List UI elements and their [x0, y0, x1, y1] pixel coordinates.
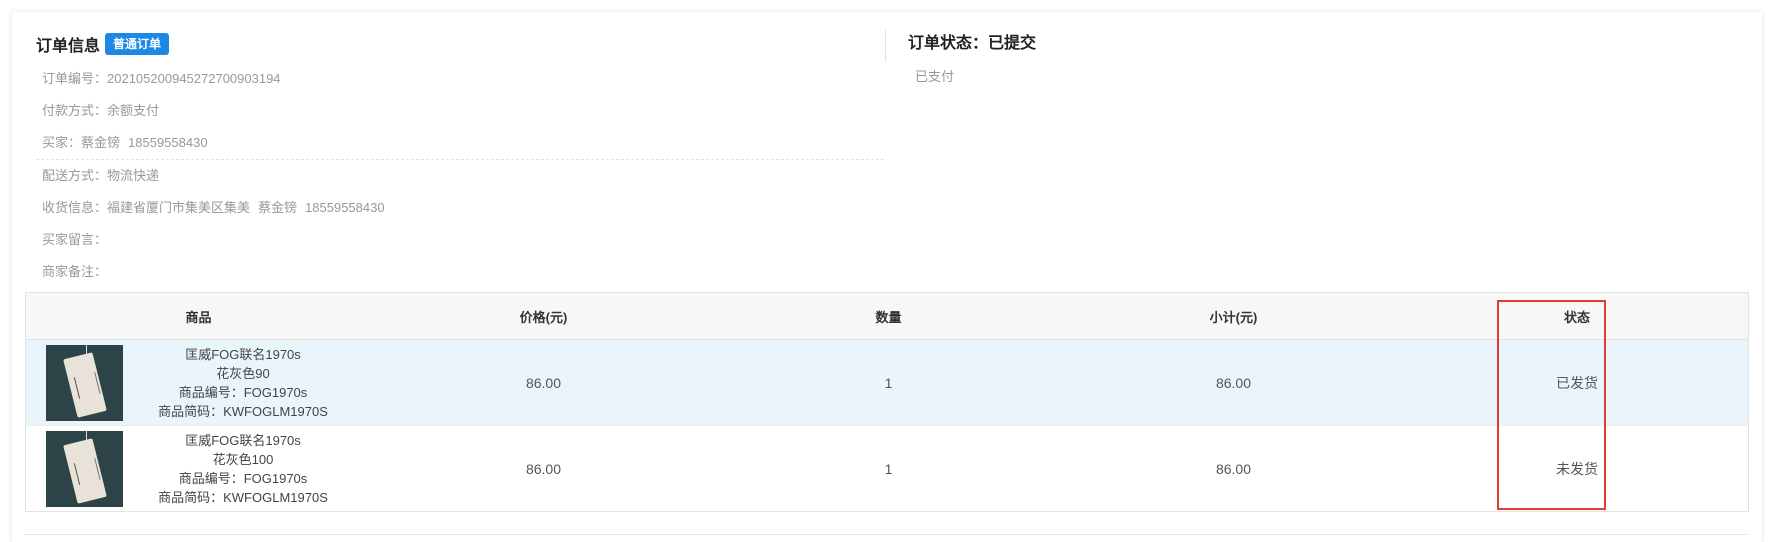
subtotal-cell: 86.00 — [1215, 374, 1252, 391]
order-items-table: 商品 价格(元) 数量 小计(元) 状态 匡威FOG联名1970s 花灰色90 … — [25, 292, 1749, 512]
goods-barcode: 商品简码：KWFOGLM1970S — [158, 403, 328, 419]
goods-info: 匡威FOG联名1970s 花灰色100 商品编号：FOG1970s 商品简码：K… — [123, 431, 371, 507]
order-number-label: 订单编号： — [42, 71, 108, 86]
payment-status: 已支付 — [915, 69, 955, 84]
order-status-title: 订单状态：已提交 — [908, 35, 1037, 52]
price-cell: 86.00 — [525, 460, 562, 477]
buyer-message-label: 买家留言： — [42, 232, 108, 247]
buyer-label: 买家： — [42, 135, 82, 150]
goods-code: 商品编号：FOG1970s — [178, 470, 308, 486]
header-price: 价格(元) — [519, 309, 568, 325]
delivery-method-label: 配送方式： — [42, 168, 108, 183]
payment-method-value: 余额支付 — [107, 103, 160, 118]
goods-barcode: 商品简码：KWFOGLM1970S — [158, 489, 328, 505]
shipping-address: 福建省厦门市集美区集美 — [107, 200, 251, 215]
table-row: 匡威FOG联名1970s 花灰色90 商品编号：FOG1970s 商品简码：KW… — [26, 340, 1748, 426]
order-detail-card: 订单信息 普通订单 订单编号：20210520094527270090319​4… — [12, 12, 1762, 542]
order-info-section: 订单信息 普通订单 订单编号：20210520094527270090319​4… — [36, 30, 896, 288]
bottom-divider — [25, 534, 1747, 535]
qty-cell: 1 — [884, 460, 893, 477]
buyer-line: 买家：蔡金镑 18559558430 — [36, 127, 884, 160]
goods-spec: 花灰色90 — [216, 365, 270, 381]
goods-spec: 花灰色100 — [212, 451, 274, 467]
shipping-info-line: 收货信息：福建省厦门市集美区集美 蔡金镑 18559558430 — [36, 192, 896, 224]
delivery-method-line: 配送方式：物流快递 — [36, 160, 896, 192]
goods-name[interactable]: 匡威FOG联名1970s — [123, 431, 363, 450]
payment-method-line: 付款方式：余额支付 — [36, 95, 896, 127]
header-qty: 数量 — [875, 309, 902, 325]
product-image[interactable] — [46, 344, 123, 421]
order-number-line: 订单编号：20210520094527270090319​4 — [36, 63, 896, 95]
buyer-phone: 18559558430 — [128, 135, 208, 150]
order-type-badge: 普通订单 — [105, 33, 170, 55]
qty-cell: 1 — [884, 374, 893, 391]
subtotal-cell: 86.00 — [1215, 460, 1252, 477]
price-cell: 86.00 — [525, 374, 562, 391]
shipping-name: 蔡金镑 — [258, 200, 298, 215]
header-goods: 商品 — [185, 309, 212, 325]
goods-cell: 匡威FOG联名1970s 花灰色90 商品编号：FOG1970s 商品简码：KW… — [26, 340, 371, 425]
order-info-title: 订单信息 — [36, 38, 101, 55]
buyer-name: 蔡金镑 — [81, 135, 121, 150]
goods-code: 商品编号：FOG1970s — [178, 384, 308, 400]
merchant-note-line: 商家备注： — [36, 256, 896, 288]
goods-info: 匡威FOG联名1970s 花灰色90 商品编号：FOG1970s 商品简码：KW… — [123, 345, 371, 421]
order-number-value: 20210520094527270090319​4 — [107, 71, 281, 86]
table-row: 匡威FOG联名1970s 花灰色100 商品编号：FOG1970s 商品简码：K… — [26, 426, 1748, 511]
header-subtotal: 小计(元) — [1209, 309, 1258, 325]
order-info-header: 订单信息 普通订单 — [36, 30, 896, 58]
product-image[interactable] — [46, 430, 123, 507]
buyer-message-line: 买家留言： — [36, 224, 896, 256]
goods-cell: 匡威FOG联名1970s 花灰色100 商品编号：FOG1970s 商品简码：K… — [26, 426, 371, 511]
table-header: 商品 价格(元) 数量 小计(元) 状态 — [26, 293, 1748, 340]
status-column-highlight — [1497, 300, 1606, 510]
shipping-phone: 18559558430 — [305, 200, 385, 215]
delivery-method-value: 物流快递 — [107, 168, 160, 183]
section-divider — [885, 30, 886, 62]
goods-name[interactable]: 匡威FOG联名1970s — [123, 345, 363, 364]
shipping-info-label: 收货信息： — [42, 200, 108, 215]
payment-method-label: 付款方式： — [42, 103, 108, 118]
order-status-section: 订单状态：已提交 已支付 — [908, 30, 1036, 85]
merchant-note-label: 商家备注： — [42, 264, 108, 279]
